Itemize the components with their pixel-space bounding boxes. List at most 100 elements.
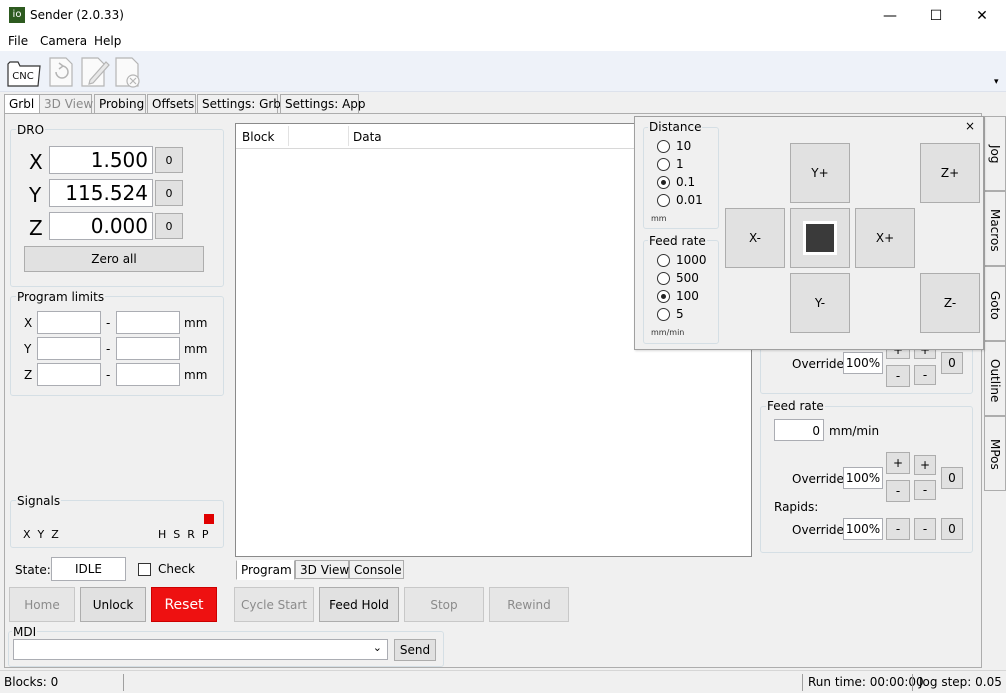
limits-z-max-field — [116, 363, 180, 386]
side-tab-outline[interactable]: Outline — [984, 341, 1006, 416]
check-checkbox[interactable] — [138, 563, 151, 576]
close-file-icon — [112, 52, 148, 90]
unlock-button[interactable]: Unlock — [80, 587, 146, 622]
reset-button[interactable]: Reset — [151, 587, 217, 622]
window-title: Sender (2.0.33) — [30, 8, 124, 22]
feed-hold-button[interactable]: Feed Hold — [319, 587, 399, 622]
feed-plus-1-button[interactable]: + — [914, 455, 936, 475]
feed-radio-1000[interactable] — [657, 254, 670, 267]
rapids-reset-button[interactable]: 0 — [941, 518, 963, 540]
spindle-reset-button[interactable]: 0 — [941, 352, 963, 374]
toolbar-overflow-icon[interactable]: ▾ — [994, 77, 999, 87]
limits-x-unit: mm — [184, 316, 208, 330]
signals-title: Signals — [16, 494, 62, 508]
side-tab-jog[interactable]: Jog — [984, 116, 1006, 191]
tab-bottom-3d-view[interactable]: 3D View — [295, 560, 349, 579]
dro-y-label: Y — [29, 183, 42, 207]
tab-grbl[interactable]: Grbl — [4, 94, 40, 115]
jog-x-minus-button[interactable]: X- — [725, 208, 785, 268]
mdi-title: MDI — [12, 625, 38, 639]
side-tab-goto[interactable]: Goto — [984, 266, 1006, 341]
distance-radio-10[interactable] — [657, 140, 670, 153]
spindle-override-label: Override — [792, 357, 844, 371]
distance-radio-0-01[interactable] — [657, 194, 670, 207]
tab-probing[interactable]: Probing — [94, 94, 146, 114]
rapids-override-label: Override — [792, 523, 844, 537]
edit-file-icon — [78, 52, 114, 90]
spindle-override-value: 100% — [843, 352, 883, 374]
feed-plus-10-button[interactable]: + — [886, 452, 910, 474]
menu-camera[interactable]: Camera — [40, 34, 87, 48]
feed-radio-100[interactable] — [657, 290, 670, 303]
maximize-button[interactable]: ☐ — [913, 0, 959, 31]
feed-reset-button[interactable]: 0 — [941, 467, 963, 489]
limits-x-max-field — [116, 311, 180, 334]
col-data-header[interactable]: Data — [353, 130, 382, 144]
open-cnc-file-icon[interactable]: CNC — [6, 52, 42, 90]
jog-distance-title: Distance — [648, 120, 703, 134]
feed-rate-unit: mm/min — [829, 424, 880, 438]
jog-z-minus-button[interactable]: Z- — [920, 273, 980, 333]
limits-z-label: Z — [24, 368, 33, 382]
rewind-button[interactable]: Rewind — [489, 587, 569, 622]
spindle-minus-10-button[interactable]: - — [886, 365, 910, 387]
home-button[interactable]: Home — [9, 587, 75, 622]
stop-button[interactable]: Stop — [404, 587, 484, 622]
jog-y-minus-button[interactable]: Y- — [790, 273, 850, 333]
menu-file[interactable]: File — [8, 34, 28, 48]
app-icon: io — [9, 7, 25, 23]
jog-x-plus-button[interactable]: X+ — [855, 208, 915, 268]
status-bar: Blocks: 0 Run time: 00:00:00 Jog step: 0… — [0, 670, 1006, 693]
tab-settings-grbl[interactable]: Settings: Grbl — [197, 94, 284, 114]
rapids-override-value: 100% — [843, 518, 883, 540]
distance-option-1: 1 — [676, 157, 684, 171]
close-button[interactable]: ✕ — [959, 0, 1005, 31]
col-block-header[interactable]: Block — [242, 130, 274, 144]
minimize-button[interactable]: — — [867, 0, 913, 31]
dro-title: DRO — [16, 123, 46, 137]
zero-x-button[interactable]: 0 — [155, 147, 183, 173]
feed-radio-500[interactable] — [657, 272, 670, 285]
side-tab-mpos[interactable]: MPos — [984, 416, 1006, 491]
tab-3d-view[interactable]: 3D View — [39, 94, 93, 114]
jog-close-icon[interactable]: × — [965, 119, 975, 133]
status-blocks: Blocks: 0 — [4, 675, 59, 689]
status-divider — [912, 674, 913, 691]
jog-z-plus-button[interactable]: Z+ — [920, 143, 980, 203]
distance-radio-0-1[interactable] — [657, 176, 670, 189]
col-divider — [348, 126, 349, 146]
zero-z-button[interactable]: 0 — [155, 213, 183, 239]
feed-option-500: 500 — [676, 271, 699, 285]
tab-program[interactable]: Program — [236, 560, 295, 580]
jog-stop-button[interactable] — [790, 208, 850, 268]
limits-y-min-field — [37, 337, 101, 360]
dro-x-label: X — [29, 150, 43, 174]
feed-radio-5[interactable] — [657, 308, 670, 321]
menu-help[interactable]: Help — [94, 34, 121, 48]
tab-offsets[interactable]: Offsets — [147, 94, 196, 114]
limits-y-max-field — [116, 337, 180, 360]
distance-radio-1[interactable] — [657, 158, 670, 171]
zero-y-button[interactable]: 0 — [155, 180, 183, 206]
side-tab-macros[interactable]: Macros — [984, 191, 1006, 266]
limits-y-dash: - — [106, 342, 111, 356]
feed-option-5: 5 — [676, 307, 684, 321]
spindle-minus-1-button[interactable]: - — [914, 365, 936, 385]
dro-z-label: Z — [29, 216, 43, 240]
limits-z-unit: mm — [184, 368, 208, 382]
jog-y-plus-button[interactable]: Y+ — [790, 143, 850, 203]
tab-settings-app[interactable]: Settings: App — [280, 94, 366, 114]
distance-unit: mm — [651, 214, 667, 223]
tab-console[interactable]: Console — [349, 560, 404, 579]
rapids-minus-2-button[interactable]: - — [914, 518, 936, 540]
rapids-minus-button[interactable]: - — [886, 518, 910, 540]
mdi-input[interactable]: ⌄ — [13, 639, 388, 660]
feed-minus-10-button[interactable]: - — [886, 480, 910, 502]
send-button[interactable]: Send — [394, 639, 436, 661]
cycle-start-button[interactable]: Cycle Start — [234, 587, 314, 622]
program-limits-title: Program limits — [16, 290, 106, 304]
mdi-dropdown-icon[interactable]: ⌄ — [373, 641, 382, 654]
state-value: IDLE — [51, 557, 126, 581]
feed-minus-1-button[interactable]: - — [914, 480, 936, 500]
zero-all-button[interactable]: Zero all — [24, 246, 204, 272]
